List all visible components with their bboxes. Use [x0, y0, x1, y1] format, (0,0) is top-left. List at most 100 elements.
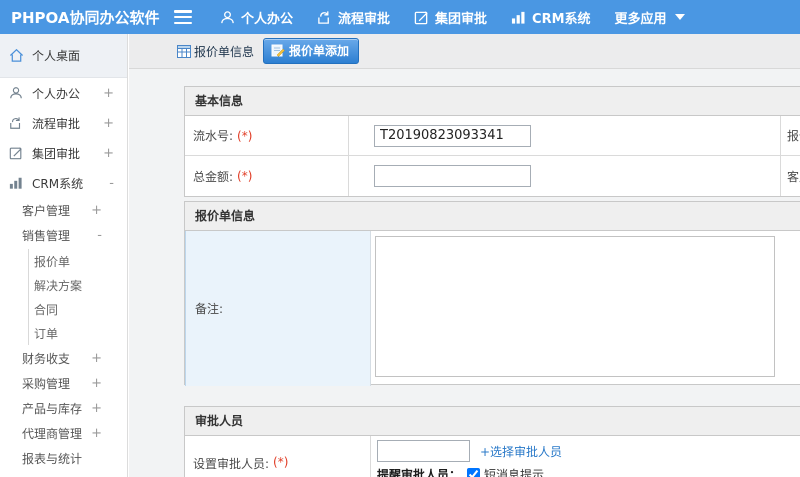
sidebar-item-label: 合同 — [34, 302, 59, 317]
menu-icon[interactable] — [174, 10, 192, 24]
approver-input[interactable] — [377, 440, 470, 462]
section-title: 审批人员 — [185, 407, 800, 436]
topnav-item-personal-office[interactable]: 个人办公 — [220, 8, 293, 27]
field-label-cell: 设置审批人员: (*) — [185, 436, 371, 477]
sidebar-item-finance[interactable]: 财务收支 + — [0, 346, 127, 371]
expand-toggle[interactable]: + — [103, 86, 114, 101]
section-quote-info: 报价单信息 备注: — [184, 201, 800, 386]
sidebar-item-label: 流程审批 — [32, 116, 81, 131]
form-row-remark: 备注: — [185, 231, 800, 386]
expand-toggle[interactable]: + — [91, 376, 102, 391]
topnav-item-flow-approval[interactable]: 流程审批 — [317, 8, 390, 27]
topnav-label: 个人办公 — [241, 11, 294, 27]
sidebar: 个人桌面 个人办公 + 流程审批 + 集团审批 + CRM系统 - 客户管理 +… — [0, 34, 128, 477]
edit-icon — [414, 10, 428, 24]
flow-icon — [9, 116, 24, 130]
choose-approver-link[interactable]: +选择审批人员 — [480, 443, 562, 460]
set-approver-label: 设置审批人员: — [193, 457, 270, 471]
main-content: 报价单信息 报价单添加 基本信息 流水号: (*) T2019082309334… — [129, 34, 800, 477]
sidebar-item-form-flow-settings[interactable]: 表单与流程设置 + — [0, 471, 127, 477]
remark-textarea-cell — [371, 231, 800, 386]
side-label-cell: 客户 — [781, 156, 800, 196]
page: PHPOA协同办公软件 个人办公 流程审批 集团审批 CRM系统 更多应用 个人… — [0, 0, 800, 477]
topnav-item-group-approval[interactable]: 集团审批 — [414, 8, 487, 27]
sidebar-item-quotation[interactable]: 报价单 — [29, 249, 127, 273]
sidebar-item-agent-mgmt[interactable]: 代理商管理 + — [0, 421, 127, 446]
remark-textarea[interactable] — [375, 236, 775, 377]
topnav-label: 流程审批 — [338, 11, 391, 27]
sidebar-item-label: 代理商管理 — [22, 427, 83, 441]
chart-icon — [9, 176, 24, 190]
remark-label-cell: 备注: — [185, 231, 371, 386]
customer-side-label: 客户 — [787, 169, 800, 184]
form-add-icon — [271, 44, 285, 57]
sidebar-item-label: 个人办公 — [32, 86, 81, 101]
sidebar-item-label: CRM系统 — [32, 176, 84, 191]
sidebar-item-flow-approval[interactable]: 流程审批 + — [0, 108, 127, 138]
topnav-item-more-apps[interactable]: 更多应用 — [615, 8, 685, 27]
sidebar-item-reports-stats[interactable]: 报表与统计 — [0, 446, 127, 471]
required-mark: (*) — [237, 128, 253, 143]
expand-toggle[interactable]: - — [109, 176, 114, 191]
field-label-cell: 总金额: (*) — [185, 156, 349, 196]
topnav-label: CRM系统 — [532, 11, 591, 27]
section-title: 报价单信息 — [185, 202, 800, 231]
amount-input[interactable] — [374, 165, 531, 187]
expand-toggle[interactable]: + — [91, 351, 102, 366]
caret-down-icon — [674, 14, 685, 20]
expand-toggle[interactable]: + — [103, 146, 114, 161]
person-icon — [9, 86, 24, 100]
tab-label: 报价单添加 — [289, 44, 350, 58]
section-title: 基本信息 — [185, 87, 800, 116]
sidebar-item-solution[interactable]: 解决方案 — [29, 273, 127, 297]
sidebar-item-contract[interactable]: 合同 — [29, 297, 127, 321]
side-label-cell: 报价 — [781, 116, 800, 156]
table-icon — [177, 44, 191, 58]
sidebar-item-label: 报价单 — [34, 254, 71, 269]
tab-quotation-add-active[interactable]: 报价单添加 — [263, 38, 360, 64]
quotation-form: 基本信息 流水号: (*) 报价 总金额: ( — [129, 69, 800, 477]
form-row-serial: 流水号: (*) 报价 — [185, 116, 800, 156]
topnav-label: 更多应用 — [614, 11, 667, 27]
expand-toggle[interactable]: + — [91, 401, 102, 416]
sidebar-item-products-inventory[interactable]: 产品与库存 + — [0, 396, 127, 421]
expand-toggle[interactable]: + — [91, 203, 102, 218]
tab-label: 报价单信息 — [194, 44, 255, 59]
tab-quotation-info[interactable]: 报价单信息 — [172, 39, 259, 64]
expand-toggle[interactable]: + — [91, 426, 102, 441]
sidebar-item-label: 个人桌面 — [32, 49, 81, 63]
expand-toggle[interactable]: - — [97, 228, 102, 243]
field-label-cell: 流水号: (*) — [185, 116, 349, 156]
approver-choose-line: +选择审批人员 — [377, 440, 800, 462]
sidebar-item-label: 产品与库存 — [22, 402, 83, 416]
sidebar-item-sales-mgmt[interactable]: 销售管理 - — [0, 223, 127, 248]
home-icon — [9, 48, 24, 63]
sidebar-item-personal-office[interactable]: 个人办公 + — [0, 78, 127, 108]
person-icon — [221, 10, 234, 23]
remark-label: 备注: — [195, 302, 224, 316]
chart-icon — [511, 11, 525, 24]
sidebar-item-label: 采购管理 — [22, 377, 71, 391]
sidebar-item-label: 报表与统计 — [22, 452, 83, 466]
sidebar-item-purchasing[interactable]: 采购管理 + — [0, 371, 127, 396]
sidebar-item-label: 财务收支 — [22, 352, 71, 366]
sidebar-item-label: 客户管理 — [22, 204, 71, 218]
amount-label: 总金额: — [193, 169, 234, 184]
sidebar-item-crm[interactable]: CRM系统 - — [0, 168, 127, 198]
sidebar-item-label: 订单 — [34, 326, 59, 341]
sidebar-item-label: 集团审批 — [32, 146, 81, 161]
sidebar-item-order[interactable]: 订单 — [29, 321, 127, 345]
remind-line: 提醒审批人员： 短消息提示 — [377, 466, 800, 477]
sidebar-item-personal-desktop[interactable]: 个人桌面 — [0, 34, 127, 78]
field-input-cell — [349, 116, 781, 156]
topnav: 个人办公 流程审批 集团审批 CRM系统 更多应用 — [220, 8, 709, 27]
topnav-label: 集团审批 — [435, 11, 488, 27]
expand-toggle[interactable]: + — [103, 116, 114, 131]
sidebar-item-customer-mgmt[interactable]: 客户管理 + — [0, 198, 127, 223]
sms-checkbox[interactable] — [467, 468, 481, 477]
topnav-item-crm[interactable]: CRM系统 — [511, 8, 591, 27]
serial-input[interactable] — [374, 124, 531, 147]
form-row-approver: 设置审批人员: (*) +选择审批人员 提醒审批人员： 短消息提示 — [185, 436, 800, 477]
sidebar-item-group-approval[interactable]: 集团审批 + — [0, 138, 127, 168]
sidebar-item-label: 解决方案 — [34, 278, 83, 293]
